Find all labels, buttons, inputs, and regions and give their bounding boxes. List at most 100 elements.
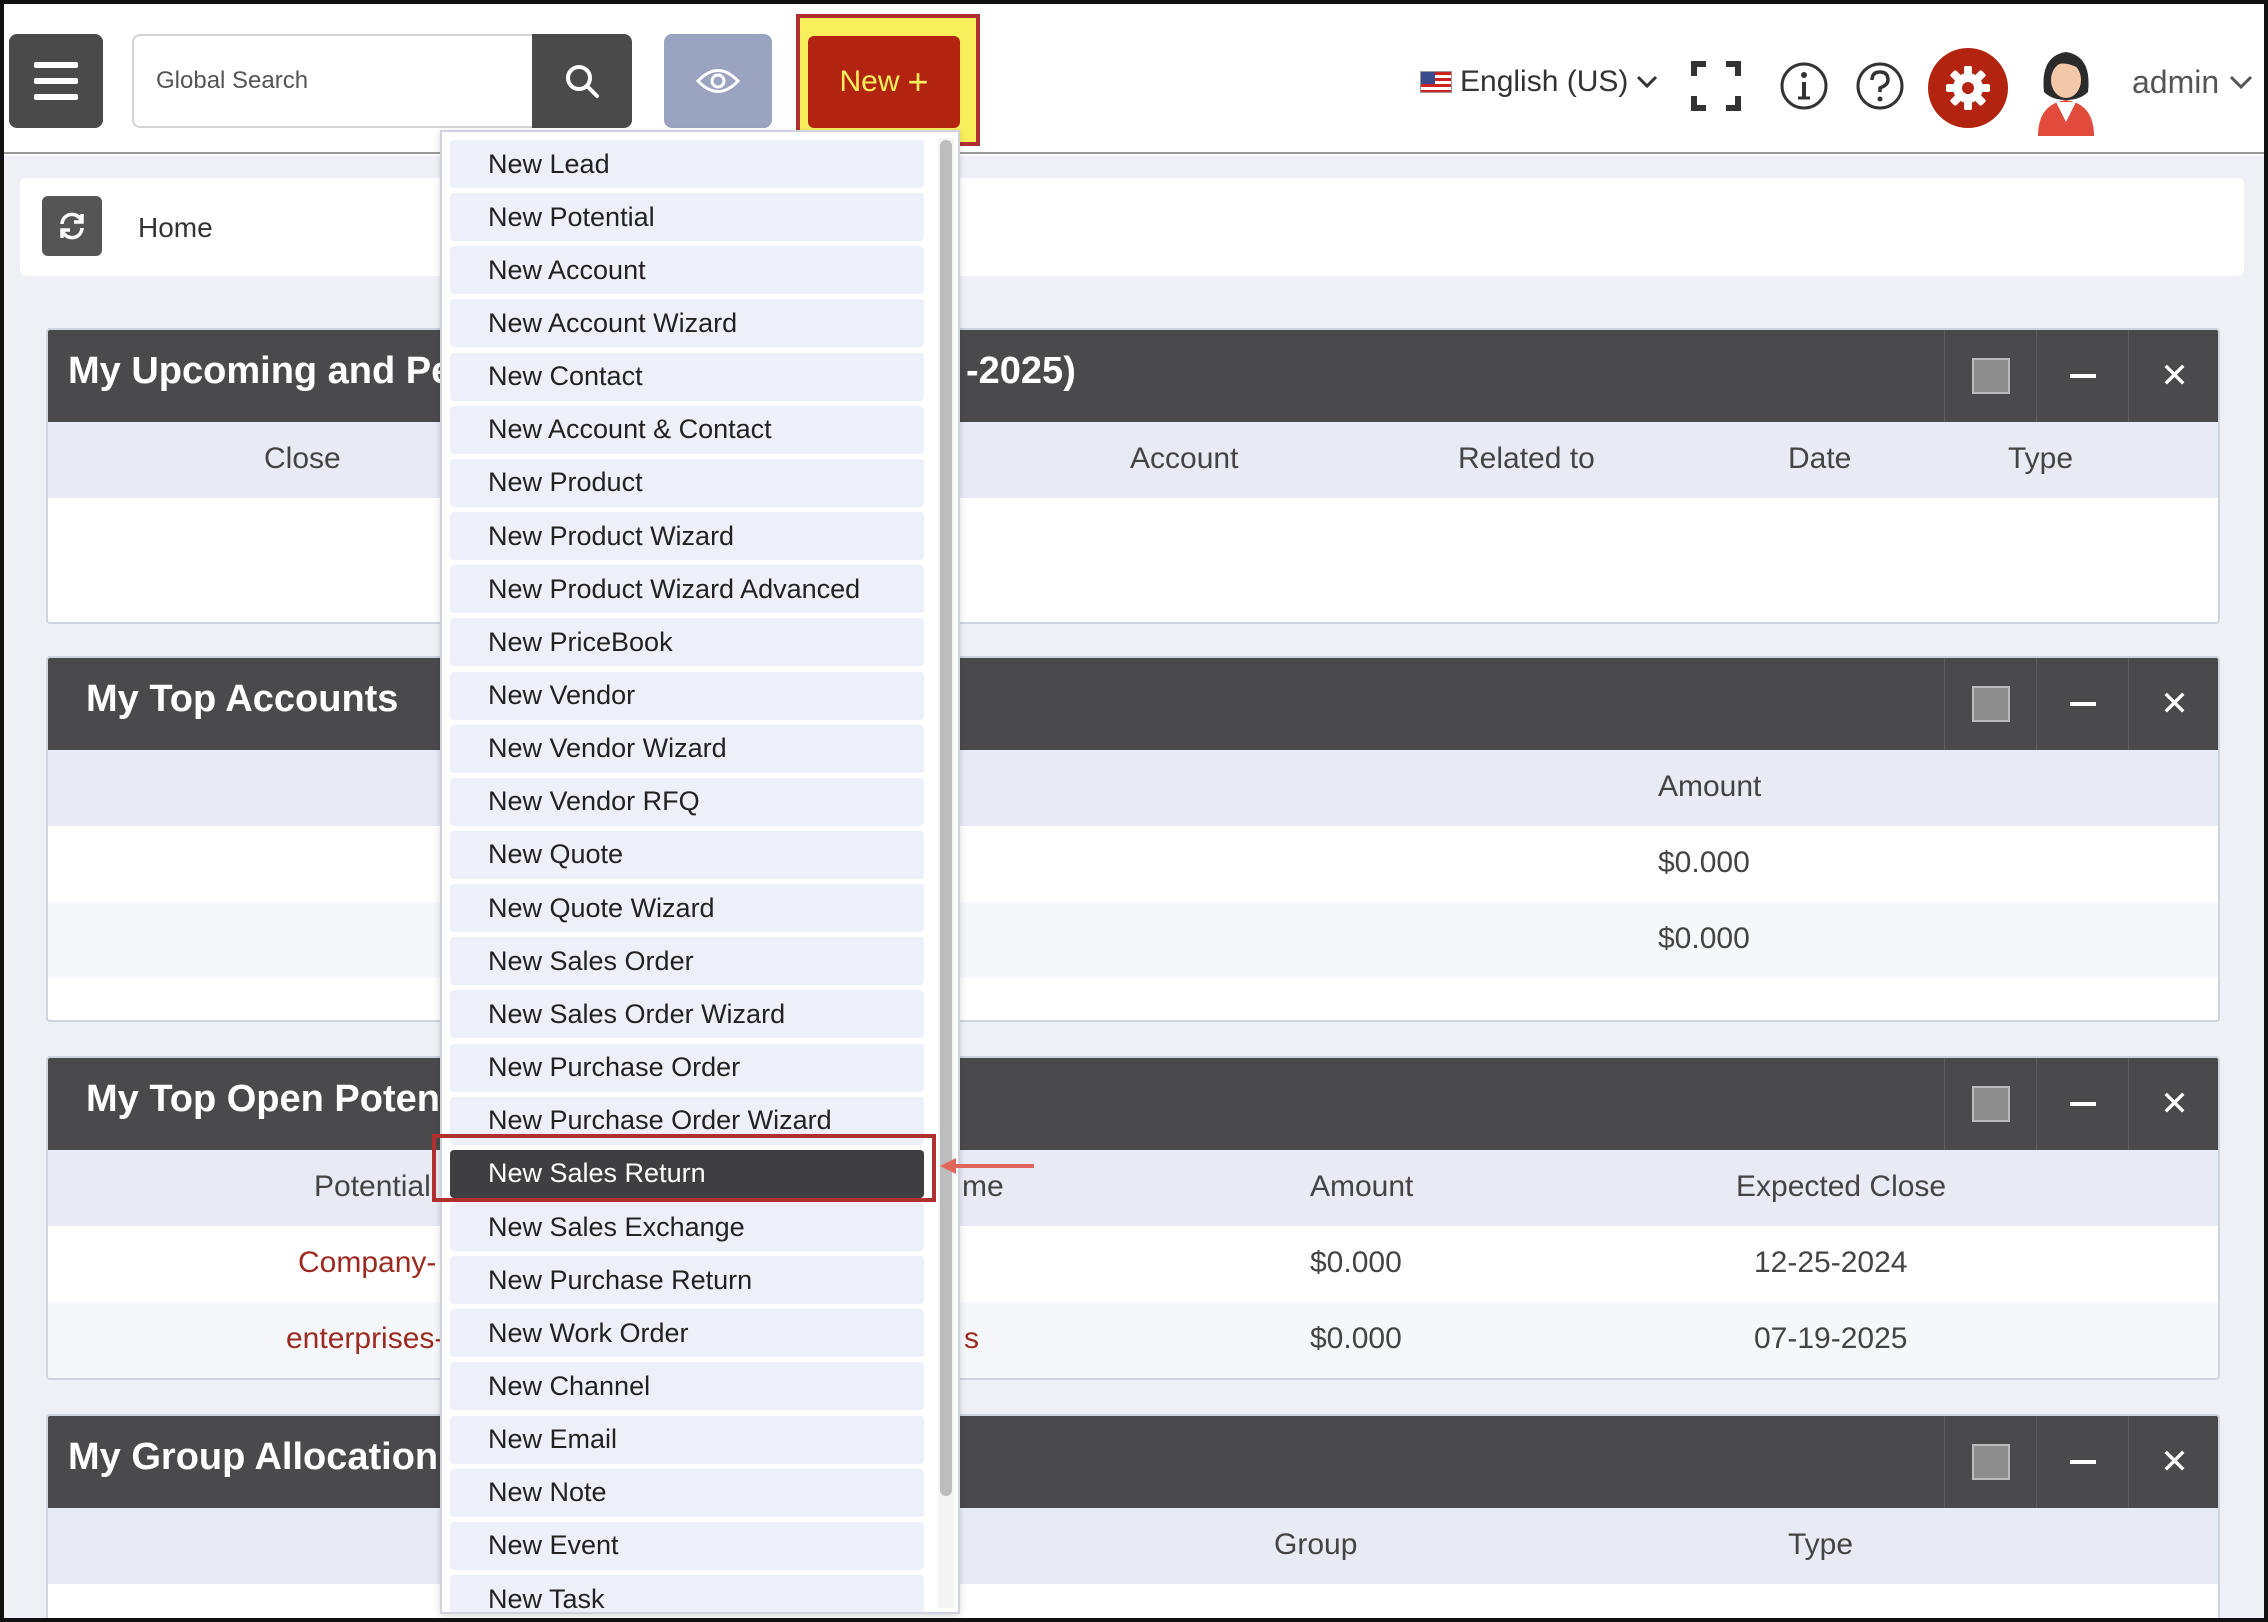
column-header: Date bbox=[1788, 442, 1852, 475]
menu-icon[interactable] bbox=[9, 34, 103, 128]
menu-item-new-account-contact[interactable]: New Account & Contact bbox=[450, 405, 924, 454]
menu-item-new-product-wizard-advanced[interactable]: New Product Wizard Advanced bbox=[450, 565, 924, 614]
pointer-arrow-icon bbox=[940, 1158, 1034, 1174]
widget-upcoming-activities: My Upcoming and Per -2025) ✕ Close Accou… bbox=[46, 328, 2220, 624]
fullscreen-icon[interactable] bbox=[1690, 60, 1742, 112]
scrollbar-thumb[interactable] bbox=[940, 140, 952, 1496]
widget-maximize-button[interactable] bbox=[1944, 1416, 2036, 1508]
search-button[interactable] bbox=[532, 34, 632, 128]
widget-maximize-button[interactable] bbox=[1944, 330, 2036, 422]
widget-close-button[interactable]: ✕ bbox=[2128, 1058, 2218, 1150]
menu-item-new-purchase-return[interactable]: New Purchase Return bbox=[450, 1256, 924, 1305]
menu-item-new-sales-exchange[interactable]: New Sales Exchange bbox=[450, 1203, 924, 1251]
close-icon: ✕ bbox=[2160, 357, 2189, 395]
menu-item-new-account[interactable]: New Account bbox=[450, 246, 924, 295]
menu-item-new-work-order[interactable]: New Work Order bbox=[450, 1309, 924, 1358]
column-header: Amount bbox=[1658, 770, 1762, 803]
user-menu[interactable]: admin bbox=[2132, 64, 2253, 101]
menu-item-new-vendor-rfq[interactable]: New Vendor RFQ bbox=[450, 777, 924, 826]
widget-title: My Group Allocation bbox=[68, 1436, 439, 1478]
widget-maximize-button[interactable] bbox=[1944, 1058, 2036, 1150]
widget-header: My Upcoming and Per -2025) ✕ bbox=[48, 330, 2218, 422]
menu-item-new-note[interactable]: New Note bbox=[450, 1468, 924, 1517]
search-placeholder: Global Search bbox=[156, 67, 309, 94]
potential-link[interactable]: enterprises- bbox=[286, 1322, 444, 1356]
column-header: Type bbox=[2008, 442, 2074, 475]
menu-item-new-quote-wizard[interactable]: New Quote Wizard bbox=[450, 884, 924, 933]
menu-item-new-purchase-order[interactable]: New Purchase Order bbox=[450, 1043, 924, 1092]
preview-button[interactable] bbox=[664, 34, 772, 128]
amount-cell: $0.000 bbox=[1658, 922, 1750, 955]
minus-icon bbox=[2069, 702, 2096, 706]
breadcrumb-home[interactable]: Home bbox=[138, 212, 213, 244]
widget-minimize-button[interactable] bbox=[2036, 1058, 2128, 1150]
account-link[interactable]: s bbox=[964, 1322, 979, 1356]
menu-item-new-vendor-wizard[interactable]: New Vendor Wizard bbox=[450, 724, 924, 773]
widget-minimize-button[interactable] bbox=[2036, 658, 2128, 750]
column-header: Group bbox=[1274, 1528, 1358, 1561]
column-header: Related to bbox=[1458, 442, 1595, 475]
chevron-down-icon bbox=[1637, 75, 1658, 89]
menu-item-new-sales-order[interactable]: New Sales Order bbox=[450, 937, 924, 986]
table-header: Close Account Related to Date Type bbox=[48, 422, 2218, 498]
chevron-down-icon bbox=[2230, 75, 2253, 89]
widget-maximize-button[interactable] bbox=[1944, 658, 2036, 750]
new-button[interactable]: New + bbox=[808, 36, 960, 128]
table-row[interactable]: $0.000 bbox=[48, 826, 2218, 902]
table-row[interactable]: $0.000 bbox=[48, 902, 2218, 978]
column-header: Potential bbox=[314, 1170, 431, 1203]
widget-group-allocation: My Group Allocation ✕ Group Type bbox=[46, 1414, 2220, 1622]
avatar[interactable] bbox=[2028, 42, 2104, 136]
menu-item-new-product[interactable]: New Product bbox=[450, 458, 924, 507]
square-icon bbox=[1971, 1086, 2010, 1122]
global-search-input[interactable]: Global Search bbox=[132, 34, 532, 128]
menu-item-new-event[interactable]: New Event bbox=[450, 1521, 924, 1570]
menu-item-new-sales-order-wizard[interactable]: New Sales Order Wizard bbox=[450, 990, 924, 1039]
potential-link[interactable]: Company- bbox=[298, 1246, 436, 1280]
settings-button[interactable] bbox=[1928, 48, 2008, 128]
menu-item-new-pricebook[interactable]: New PriceBook bbox=[450, 618, 924, 667]
menu-item-new-product-wizard[interactable]: New Product Wizard bbox=[450, 512, 924, 561]
search-icon bbox=[566, 65, 599, 98]
username: admin bbox=[2132, 64, 2220, 100]
widget-title-continued: -2025) bbox=[966, 350, 1076, 392]
widget-header: My Top Accounts ✕ bbox=[48, 658, 2218, 750]
refresh-icon bbox=[60, 212, 84, 240]
menu-item-new-email[interactable]: New Email bbox=[450, 1415, 924, 1464]
table-header: Group Type bbox=[48, 1508, 2218, 1584]
menu-item-new-channel[interactable]: New Channel bbox=[450, 1362, 924, 1411]
menu-item-new-task[interactable]: New Task bbox=[450, 1575, 924, 1612]
refresh-button[interactable] bbox=[42, 196, 102, 256]
column-header: Close bbox=[264, 442, 341, 475]
menu-item-new-contact[interactable]: New Contact bbox=[450, 352, 924, 401]
language-selector[interactable]: English (US) bbox=[1420, 60, 1658, 104]
column-header: Type bbox=[1788, 1528, 1854, 1561]
widget-minimize-button[interactable] bbox=[2036, 1416, 2128, 1508]
gear-icon bbox=[1946, 66, 1990, 110]
close-icon: ✕ bbox=[2160, 1443, 2189, 1481]
selected-item-highlight bbox=[432, 1134, 936, 1202]
widget-close-button[interactable]: ✕ bbox=[2128, 1416, 2218, 1508]
new-dropdown-menu: New Lead New Potential New Account New Acco… bbox=[440, 130, 960, 1614]
menu-item-new-potential[interactable]: New Potential bbox=[450, 193, 924, 242]
widget-minimize-button[interactable] bbox=[2036, 330, 2128, 422]
widget-top-open-potentials: My Top Open Potenti ✕ Potential me Amoun… bbox=[46, 1056, 2220, 1380]
minus-icon bbox=[2069, 374, 2096, 378]
menu-item-new-account-wizard[interactable]: New Account Wizard bbox=[450, 299, 924, 348]
table-row[interactable]: enterprises- s $0.000 07-19-2025 bbox=[48, 1302, 2218, 1378]
widget-close-button[interactable]: ✕ bbox=[2128, 658, 2218, 750]
table-header: Potential me Amount Expected Close bbox=[48, 1150, 2218, 1226]
menu-item-new-vendor[interactable]: New Vendor bbox=[450, 671, 924, 720]
widget-close-button[interactable]: ✕ bbox=[2128, 330, 2218, 422]
info-icon[interactable] bbox=[1778, 60, 1830, 112]
widget-title: My Top Accounts bbox=[86, 678, 399, 720]
help-icon[interactable] bbox=[1854, 60, 1906, 112]
expected-close-cell: 12-25-2024 bbox=[1754, 1246, 1908, 1279]
table-row[interactable]: Company- $0.000 12-25-2024 bbox=[48, 1226, 2218, 1302]
widget-header: My Top Open Potenti ✕ bbox=[48, 1058, 2218, 1150]
menu-item-new-lead[interactable]: New Lead bbox=[450, 140, 924, 188]
menu-item-new-quote[interactable]: New Quote bbox=[450, 830, 924, 879]
square-icon bbox=[1971, 1444, 2010, 1480]
column-header: Amount bbox=[1310, 1170, 1414, 1203]
square-icon bbox=[1971, 358, 2010, 394]
